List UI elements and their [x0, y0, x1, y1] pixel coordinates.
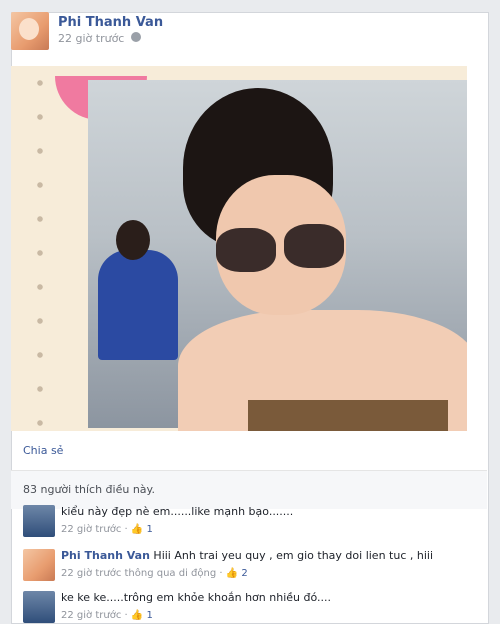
sunglasses-right: [284, 224, 344, 268]
comment-time[interactable]: 22 giờ trước: [61, 610, 121, 621]
post-photo[interactable]: [11, 66, 467, 431]
comment-line: kiểu này đẹp nè em......like mạnh bạo...…: [61, 505, 293, 518]
background-person-head: [116, 220, 150, 260]
post-time[interactable]: 22 giờ trước: [58, 32, 124, 45]
comment-time[interactable]: 22 giờ trước thông qua di động: [61, 568, 216, 579]
comment-text: ke ke ke.....trông em khỏe khoắn hơn nhi…: [61, 591, 331, 604]
thumbs-up-icon[interactable]: 👍: [131, 524, 143, 535]
background-person: [98, 250, 178, 360]
comment-like-count[interactable]: 2: [241, 568, 247, 579]
likes-count[interactable]: 83 người thích điều này.: [23, 483, 155, 496]
thumbs-up-icon[interactable]: 👍: [131, 610, 143, 621]
thumbs-up-icon[interactable]: 👍: [226, 568, 238, 579]
author-name[interactable]: Phi Thanh Van: [58, 15, 163, 30]
comment-avatar[interactable]: [23, 505, 55, 537]
comment-like-count[interactable]: 1: [147, 524, 153, 535]
comment-meta: 22 giờ trước · 👍 1: [61, 524, 153, 535]
comment-like-count[interactable]: 1: [147, 610, 153, 621]
comment-meta: 22 giờ trước · 👍 1: [61, 610, 153, 621]
share-link[interactable]: Chia sẻ: [23, 444, 63, 457]
author-avatar[interactable]: [11, 12, 49, 50]
comment-avatar[interactable]: [23, 591, 55, 623]
subject-dress: [248, 400, 448, 431]
sunglasses-left: [216, 228, 276, 272]
post-header: Phi Thanh Van 22 giờ trước: [11, 12, 466, 68]
comment-line: ke ke ke.....trông em khỏe khoắn hơn nhi…: [61, 591, 331, 604]
photo-dots-decoration: [35, 66, 45, 431]
globe-icon: [131, 32, 141, 42]
comment-line: Phi Thanh Van Hiii Anh trai yeu quy , em…: [61, 549, 433, 562]
comment-text: kiểu này đẹp nè em......like mạnh bạo...…: [61, 505, 294, 518]
comment-time[interactable]: 22 giờ trước: [61, 524, 121, 535]
comment-meta: 22 giờ trước thông qua di động · 👍 2: [61, 568, 248, 579]
comment-author[interactable]: Phi Thanh Van: [61, 549, 150, 562]
photo-scene: [88, 80, 467, 431]
comment-avatar[interactable]: [23, 549, 55, 581]
comment-text: Hiii Anh trai yeu quy , em gio thay doi …: [153, 549, 434, 562]
